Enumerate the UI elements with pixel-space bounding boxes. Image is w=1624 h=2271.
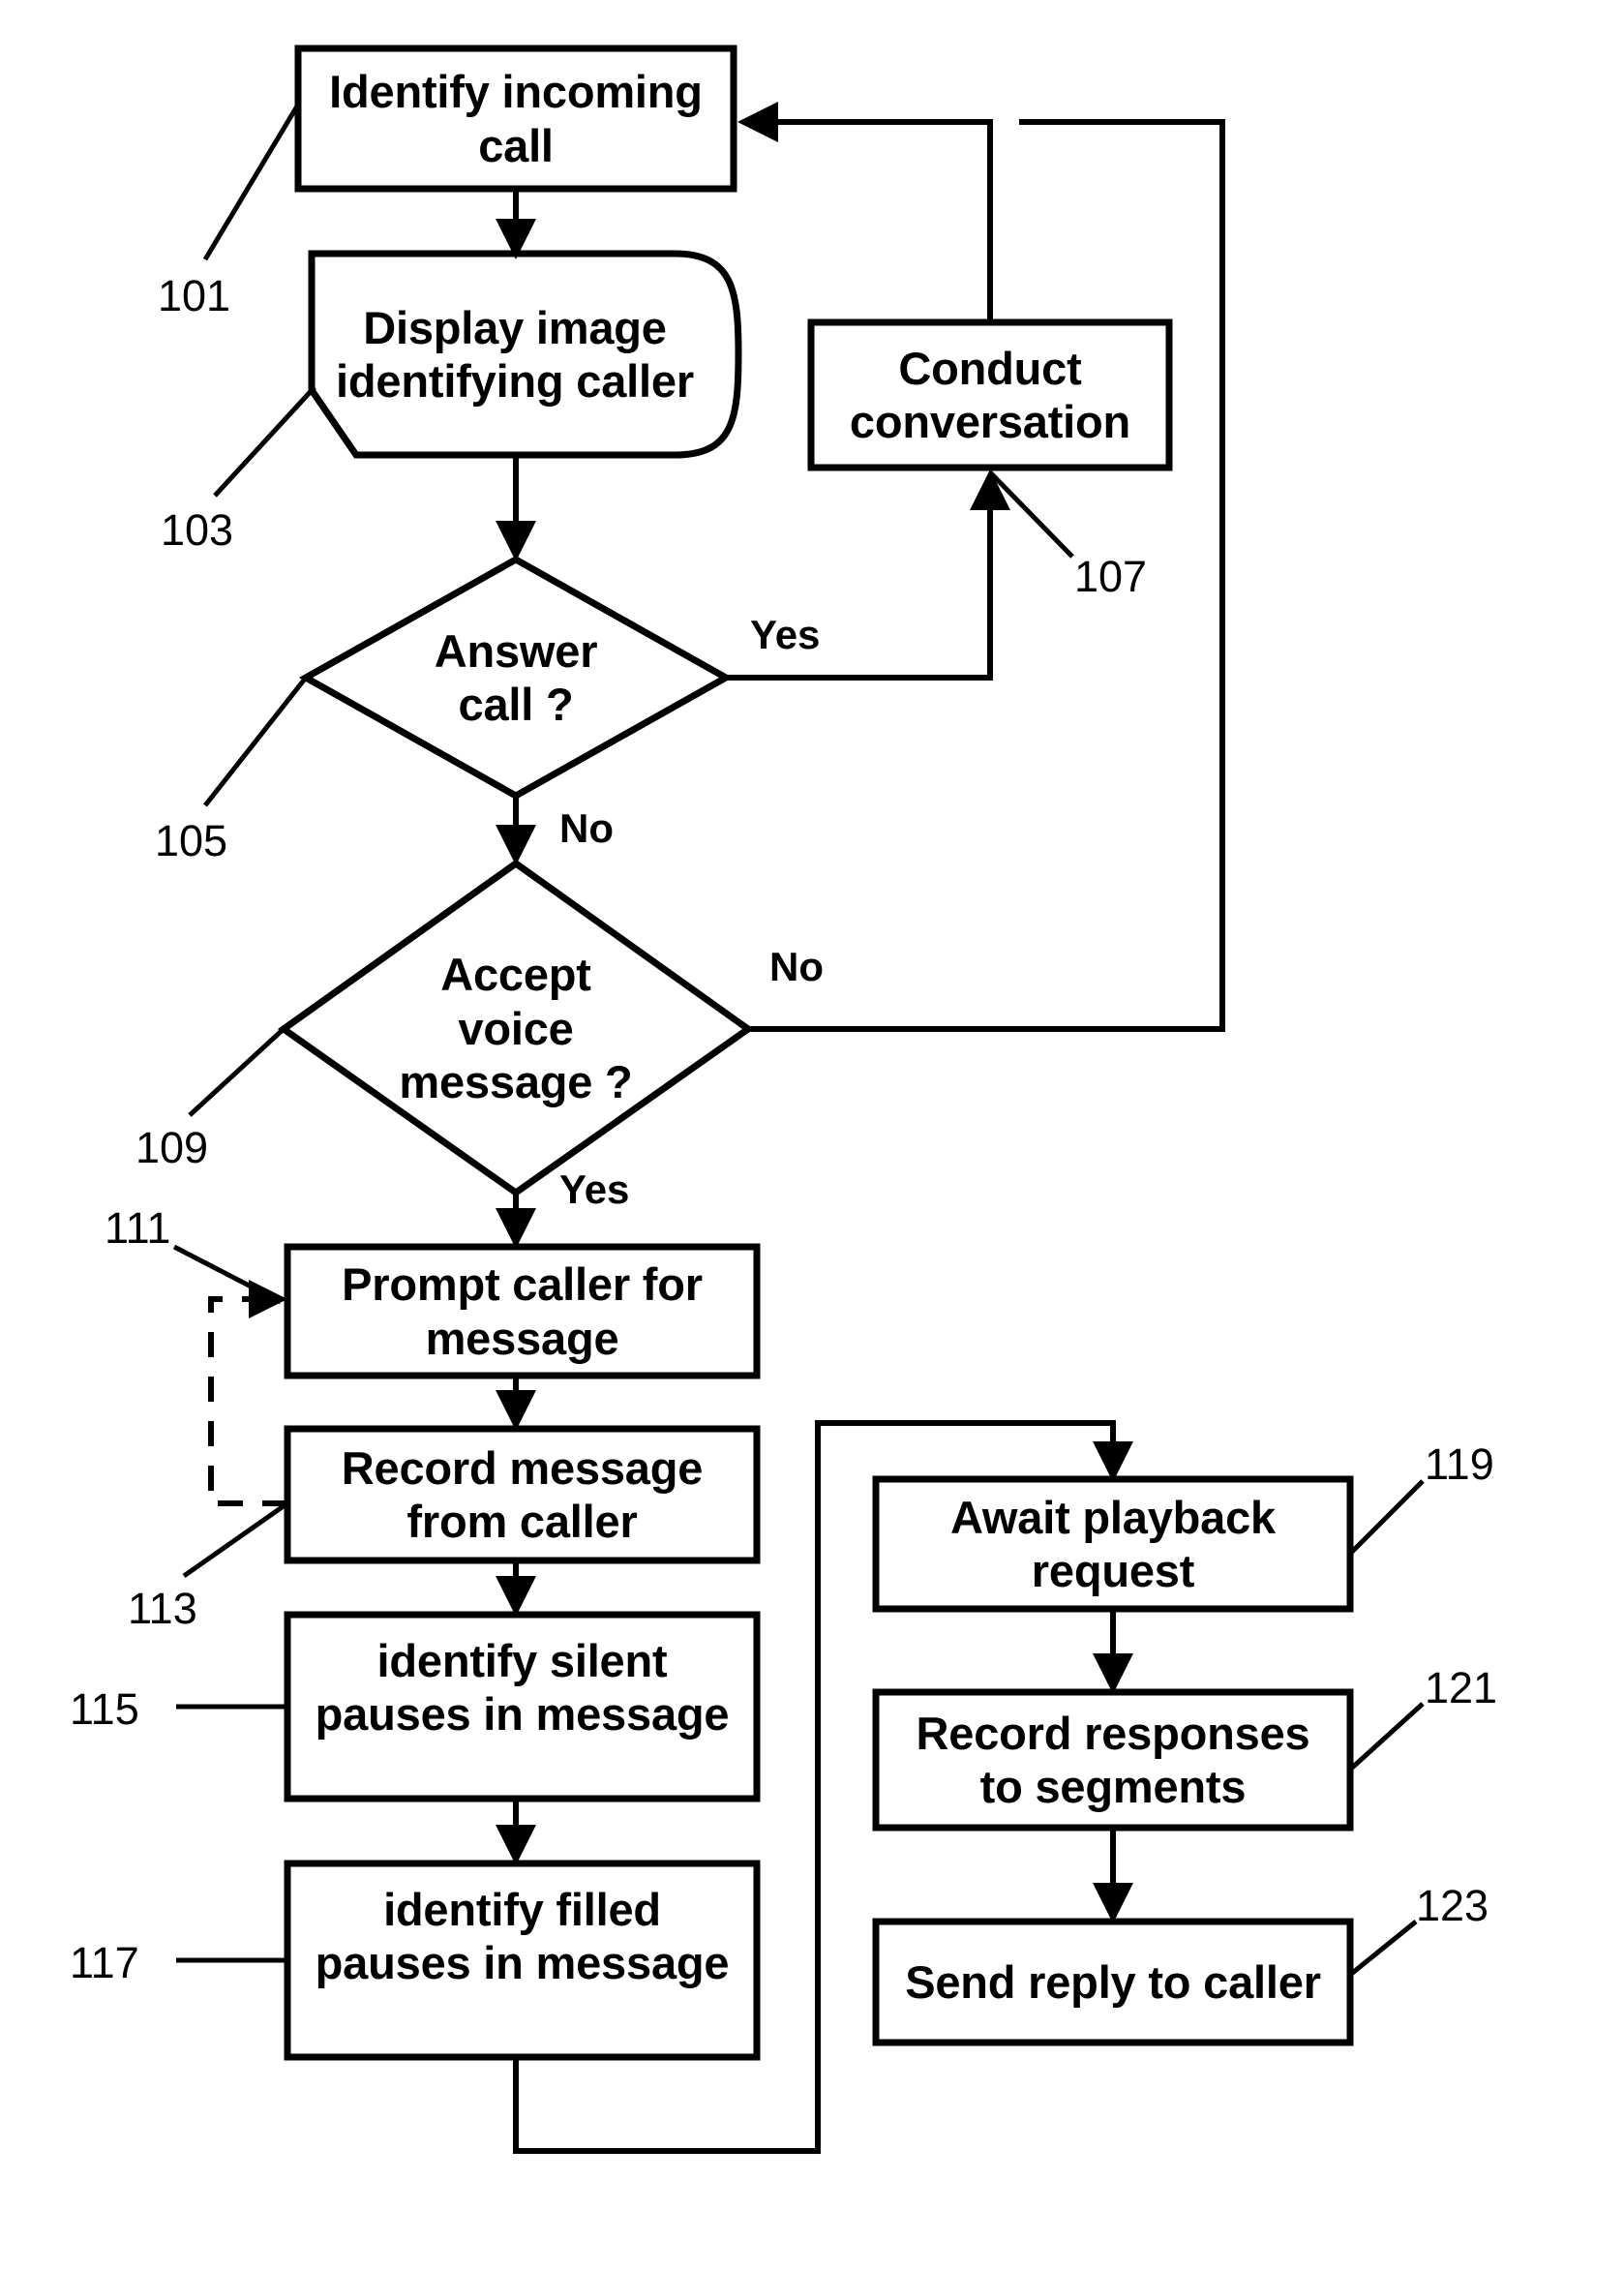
node-shape-109	[277, 859, 755, 1197]
edge-109-yes-to-111	[496, 1193, 536, 1249]
edge-111-to-113	[496, 1376, 536, 1431]
node-shape-111	[284, 1243, 761, 1379]
edge-105-no-to-109	[496, 796, 536, 865]
node-shape-123	[872, 1918, 1354, 2046]
node-shape-115	[284, 1611, 761, 1802]
node-shape-107	[807, 318, 1173, 471]
node-shape-101	[294, 45, 737, 193]
leader-105	[203, 676, 308, 807]
edge-107-to-101	[737, 102, 993, 322]
edge-109-no-loopback	[748, 119, 1225, 1032]
node-shape-105	[298, 555, 734, 801]
edge-101-to-103	[496, 189, 536, 259]
leader-107	[988, 470, 1074, 559]
ref-number-103: 103	[161, 505, 234, 555]
edge-119-to-121	[1093, 1609, 1133, 1694]
edge-121-to-123	[1093, 1828, 1133, 1923]
ref-number-121: 121	[1425, 1663, 1498, 1712]
edge-label-accept-yes: Yes	[559, 1166, 630, 1212]
ref-number-101: 101	[158, 271, 231, 320]
leader-111	[172, 1244, 283, 1305]
leader-119	[1348, 1479, 1425, 1556]
ref-number-123: 123	[1416, 1881, 1489, 1930]
ref-number-117: 117	[70, 1938, 139, 1987]
ref-number-109: 109	[135, 1123, 209, 1172]
ref-number-113: 113	[128, 1584, 197, 1633]
edge-label-answer-yes: Yes	[750, 612, 821, 657]
node-shape-113	[284, 1425, 761, 1564]
flowchart-vector-layer	[172, 45, 1425, 2154]
ref-number-115: 115	[70, 1684, 139, 1734]
ref-number-107: 107	[1074, 552, 1148, 601]
ref-number-111: 111	[105, 1203, 171, 1253]
ref-number-105: 105	[155, 816, 228, 865]
edge-115-to-117	[496, 1799, 536, 1865]
edge-label-accept-no: No	[769, 944, 824, 989]
node-shape-103	[308, 250, 742, 459]
flowchart-canvas: Identify incoming call Display image ide…	[0, 0, 1624, 2271]
edge-113-to-111-dashed	[208, 1280, 287, 1506]
leader-103	[213, 385, 316, 498]
edge-label-answer-no: No	[559, 805, 614, 851]
node-shape-119	[872, 1475, 1354, 1613]
leader-123	[1348, 1920, 1418, 1977]
node-shape-117	[284, 1860, 761, 2061]
leader-101	[202, 103, 301, 261]
leader-121	[1348, 1702, 1425, 1771]
node-shape-121	[872, 1688, 1354, 1832]
ref-number-119: 119	[1425, 1439, 1494, 1489]
edge-113-to-115	[496, 1560, 536, 1617]
leader-113	[182, 1500, 289, 1579]
leader-109	[188, 1027, 286, 1117]
edge-103-to-105	[496, 455, 536, 561]
